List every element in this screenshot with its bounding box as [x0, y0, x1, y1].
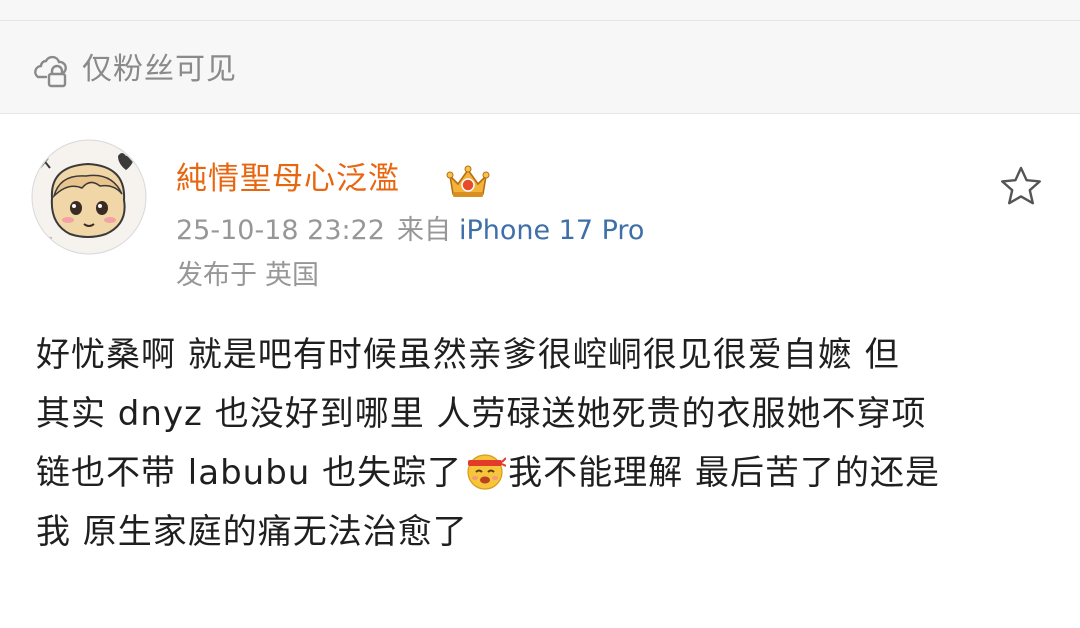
post-body-line-1: 好忧桑啊 就是吧有时候虽然亲爹很崆峒很见很爱自嬷 但: [36, 335, 900, 375]
top-strip: [0, 0, 1080, 21]
location-value: 英国: [265, 260, 319, 291]
lock-cloud-icon: [34, 55, 67, 88]
post-body-line-3b: 我不能理解 最后苦了的还是: [508, 453, 940, 493]
post-meta: 25-10-18 23:22 来自 iPhone 17 Pro: [176, 212, 644, 250]
visibility-bar: 仅粉丝可见: [0, 21, 1080, 114]
location-prefix: 发布于: [176, 260, 257, 291]
post-location: 发布于 英国: [176, 257, 319, 295]
avatar[interactable]: [30, 138, 148, 256]
username[interactable]: 純情聖母心泛濫: [176, 158, 400, 200]
fighting-face-emoji: [467, 454, 507, 490]
device-link[interactable]: iPhone 17 Pro: [459, 215, 645, 246]
post-body-line-3: 链也不带 labubu 也失踪了 我不能理解 最后苦了的还是: [36, 444, 1046, 503]
post-body: 好忧桑啊 就是吧有时候虽然亲爹很崆峒很见很爱自嬷 但 其实 dnyz 也没好到哪…: [36, 326, 1046, 562]
post-card: 純情聖母心泛濫 25-10-18 23:22 来自 iPhone 17 Pro 发布…: [0, 114, 1080, 628]
visibility-label: 仅粉丝可见: [82, 52, 237, 87]
source-prefix: 来自: [396, 215, 451, 246]
post-timestamp: 25-10-18 23:22: [176, 215, 385, 246]
post-body-line-2: 其实 dnyz 也没好到哪里 人劳碌送她死贵的衣服她不穿项: [36, 394, 927, 434]
post-body-line-3a: 链也不带 labubu 也失踪了: [36, 453, 463, 493]
post-body-line-4: 我 原生家庭的痛无法治愈了: [36, 512, 468, 552]
crown-badge-icon[interactable]: [444, 162, 492, 200]
star-icon[interactable]: [996, 162, 1046, 210]
